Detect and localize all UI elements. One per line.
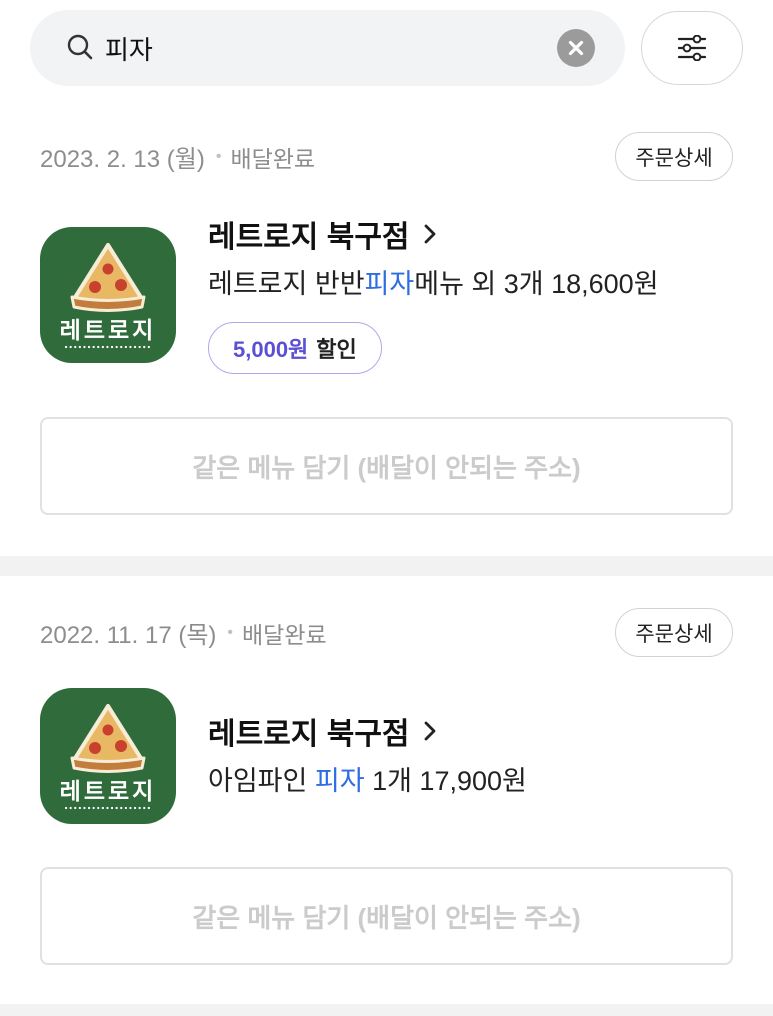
separator-dot: • xyxy=(215,147,222,165)
order-summary: 아임파인 피자 1개 17,900원 xyxy=(208,763,527,799)
order-content: 레트로지 레트로지 북구점 레트로지 반반피자메뉴 외 3개 18,600원 5… xyxy=(40,216,733,374)
reorder-button[interactable]: 같은 메뉴 담기 (배달이 안되는 주소) xyxy=(40,417,733,515)
filter-icon xyxy=(677,35,707,61)
store-name-link[interactable]: 레트로지 북구점 xyxy=(208,216,437,254)
store-logo: 레트로지 xyxy=(40,227,176,363)
search-input[interactable] xyxy=(105,10,535,86)
search-icon xyxy=(66,33,94,61)
store-logo: 레트로지 xyxy=(40,688,176,824)
store-name-link[interactable]: 레트로지 북구점 xyxy=(208,713,437,751)
discount-amount: 5,000원 xyxy=(233,337,309,362)
order-date-status: 2022. 11. 17 (목) • 배달완료 xyxy=(40,615,327,650)
order-info: 레트로지 북구점 레트로지 반반피자메뉴 외 3개 18,600원 5,000원… xyxy=(208,216,659,374)
order-header: 2023. 2. 13 (월) • 배달완료 주문상세 xyxy=(40,132,733,181)
order-detail-button[interactable]: 주문상세 xyxy=(615,132,733,181)
order-content: 레트로지 레트로지 북구점 아임파인 피자 1개 17,900원 xyxy=(40,688,733,824)
store-logo-text: 레트로지 xyxy=(60,778,157,804)
order-header: 2022. 11. 17 (목) • 배달완료 주문상세 xyxy=(40,608,733,657)
order-card: 2022. 11. 17 (목) • 배달완료 주문상세 레트로지 레트로지 북… xyxy=(0,576,773,1004)
store-name: 레트로지 북구점 xyxy=(208,718,410,751)
chevron-right-icon xyxy=(423,719,437,743)
search-bar[interactable] xyxy=(30,10,625,86)
section-divider xyxy=(0,556,773,576)
order-info: 레트로지 북구점 아임파인 피자 1개 17,900원 xyxy=(208,713,527,799)
order-date: 2022. 11. 17 (목) xyxy=(40,622,217,649)
summary-prefix: 아임파인 xyxy=(208,766,315,796)
filter-button[interactable] xyxy=(641,11,743,85)
summary-suffix: 메뉴 외 3개 18,600원 xyxy=(414,269,659,299)
summary-prefix: 레트로지 반반 xyxy=(208,269,365,299)
order-status: 배달완료 xyxy=(242,621,327,648)
clear-icon[interactable] xyxy=(557,29,595,67)
order-summary: 레트로지 반반피자메뉴 외 3개 18,600원 xyxy=(208,266,659,302)
summary-suffix: 1개 17,900원 xyxy=(364,766,527,796)
order-status: 배달완료 xyxy=(230,145,316,172)
store-name: 레트로지 북구점 xyxy=(208,221,410,254)
chevron-right-icon xyxy=(423,222,437,246)
order-card: 2023. 2. 13 (월) • 배달완료 주문상세 레트로지 레트로지 북구… xyxy=(0,100,773,556)
reorder-button[interactable]: 같은 메뉴 담기 (배달이 안되는 주소) xyxy=(40,867,733,965)
discount-label: 할인 xyxy=(316,337,357,362)
store-logo-text: 레트로지 xyxy=(60,317,157,343)
search-highlight: 피자 xyxy=(364,269,415,299)
discount-badge: 5,000원 할인 xyxy=(208,322,382,374)
order-date-status: 2023. 2. 13 (월) • 배달완료 xyxy=(40,139,315,174)
search-header xyxy=(0,0,773,100)
order-date: 2023. 2. 13 (월) xyxy=(40,146,205,173)
separator-dot: • xyxy=(227,623,234,641)
order-detail-button[interactable]: 주문상세 xyxy=(615,608,733,657)
search-highlight: 피자 xyxy=(314,766,365,796)
section-divider xyxy=(0,1004,773,1016)
